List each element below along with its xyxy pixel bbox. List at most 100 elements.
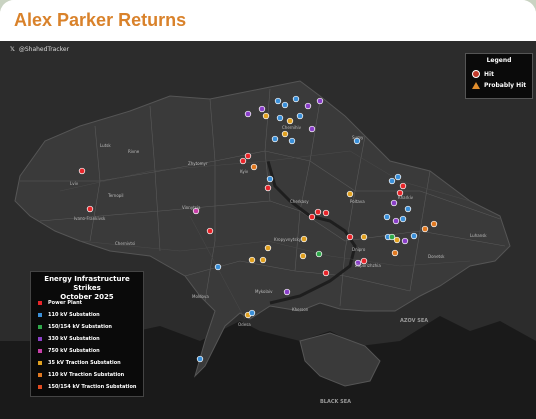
strike-legend-item: 150/154 kV Substation [38, 324, 112, 330]
strike-marker [274, 97, 282, 105]
strike-marker [286, 117, 294, 125]
place-label: Luhansk [470, 233, 487, 238]
strike-marker [296, 112, 304, 120]
strike-marker [391, 249, 399, 257]
legend-item-hit: Hit [472, 70, 494, 78]
strike-marker [214, 263, 222, 271]
place-label: Ternopil [108, 193, 124, 198]
sea-label: AZOV SEA [400, 318, 429, 324]
strike-marker [308, 125, 316, 133]
strike-marker [292, 95, 300, 103]
strike-legend-item: 330 kV Substation [38, 336, 100, 342]
strike-marker [281, 101, 289, 109]
place-label: Lutsk [100, 143, 111, 148]
strike-legend-label: Power Plant [48, 300, 83, 306]
strike-legend-label: 110 kV Substation [48, 312, 100, 318]
strike-marker [283, 288, 291, 296]
legend-item-probably-hit: Probably Hit [472, 82, 526, 89]
strike-marker [383, 213, 391, 221]
strike-marker [404, 205, 412, 213]
strike-marker [259, 256, 267, 264]
place-label: Poltava [350, 199, 365, 204]
strike-marker [276, 114, 284, 122]
strike-marker [314, 208, 322, 216]
legend-item-label: Hit [484, 70, 494, 78]
substation-110-swatch-icon [38, 313, 42, 317]
strike-legend-item: 110 kV Traction Substation [38, 372, 124, 378]
strike-marker [258, 105, 266, 113]
substation-150-swatch-icon [38, 325, 42, 329]
strike-marker [399, 215, 407, 223]
place-label: Donetsk [428, 254, 445, 259]
strike-marker [390, 199, 398, 207]
strike-marker [401, 237, 409, 245]
strike-marker [299, 252, 307, 260]
strike-legend-label: 35 kV Traction Substation [48, 360, 121, 366]
strike-marker [421, 225, 429, 233]
substation-750-swatch-icon [38, 349, 42, 353]
traction-150-swatch-icon [38, 385, 42, 389]
place-label: Mykolaiv [255, 289, 273, 294]
substation-330-swatch-icon [38, 337, 42, 341]
credit-line: 𝕏 @ShahedTracker [10, 46, 69, 53]
place-label: Kyiv [240, 169, 249, 174]
place-label: Zaporizhzhia [355, 263, 381, 268]
strike-marker [322, 209, 330, 217]
x-logo-icon: 𝕏 [10, 46, 15, 53]
strike-marker [399, 182, 407, 190]
page-title: Alex Parker Returns [14, 10, 187, 30]
power-plant-swatch-icon [38, 301, 42, 305]
place-label: Chernivtsi [115, 241, 136, 246]
place-label: Odesa [238, 322, 251, 327]
strike-marker [271, 135, 279, 143]
strike-marker [264, 184, 272, 192]
strike-marker [393, 236, 401, 244]
strike-marker [322, 269, 330, 277]
place-label: Zhytomyr [188, 161, 208, 166]
strike-legend-label: 750 kV Substation [48, 348, 100, 354]
strike-marker [394, 173, 402, 181]
place-label: Cherkasy [290, 199, 309, 204]
place-label: Lviv [70, 181, 79, 186]
strike-marker [264, 244, 272, 252]
strike-legend-label: 150/154 kV Traction Substation [48, 384, 137, 390]
strike-marker [288, 137, 296, 145]
strike-legend-item: 750 kV Substation [38, 348, 100, 354]
traction-35-swatch-icon [38, 361, 42, 365]
sea-label: BLACK SEA [320, 399, 352, 405]
place-label: Kharkiv [398, 195, 414, 200]
traction-110-swatch-icon [38, 373, 42, 377]
strike-marker [78, 167, 86, 175]
strike-legend-label: 330 kV Substation [48, 336, 100, 342]
strike-marker [388, 233, 396, 241]
strike-legend-title: Energy Infrastructure Strikes October 20… [31, 275, 143, 302]
strike-marker [196, 355, 204, 363]
place-label: Dnipro [352, 247, 366, 252]
circle-marker-icon [472, 70, 480, 78]
triangle-marker-icon [472, 82, 480, 89]
strike-marker [262, 112, 270, 120]
strike-legend-label: 110 kV Traction Substation [48, 372, 125, 378]
strike-marker [248, 309, 256, 317]
marker-legend-title: Legend [486, 57, 512, 64]
strike-legend-item: 35 kV Traction Substation [38, 360, 121, 366]
strike-marker [346, 233, 354, 241]
strike-map: 𝕏 @ShahedTracker Legend Hit Probably Hit … [0, 41, 536, 419]
strike-marker [244, 152, 252, 160]
strike-marker [346, 190, 354, 198]
strike-marker [244, 110, 252, 118]
legend-item-label: Probably Hit [484, 82, 527, 89]
strike-marker [410, 232, 418, 240]
place-label: Ivano-Frankivsk [74, 216, 106, 221]
strike-marker [86, 205, 94, 213]
strike-marker [304, 102, 312, 110]
strike-marker [430, 220, 438, 228]
strike-marker [388, 177, 396, 185]
strike-marker [360, 233, 368, 241]
strike-marker [308, 213, 316, 221]
place-label: Moldova [192, 294, 209, 299]
place-label: Vinnytsia [182, 205, 201, 210]
place-label: Chernihiv [282, 125, 302, 130]
strike-marker [239, 157, 247, 165]
place-label: Rivne [128, 149, 140, 154]
